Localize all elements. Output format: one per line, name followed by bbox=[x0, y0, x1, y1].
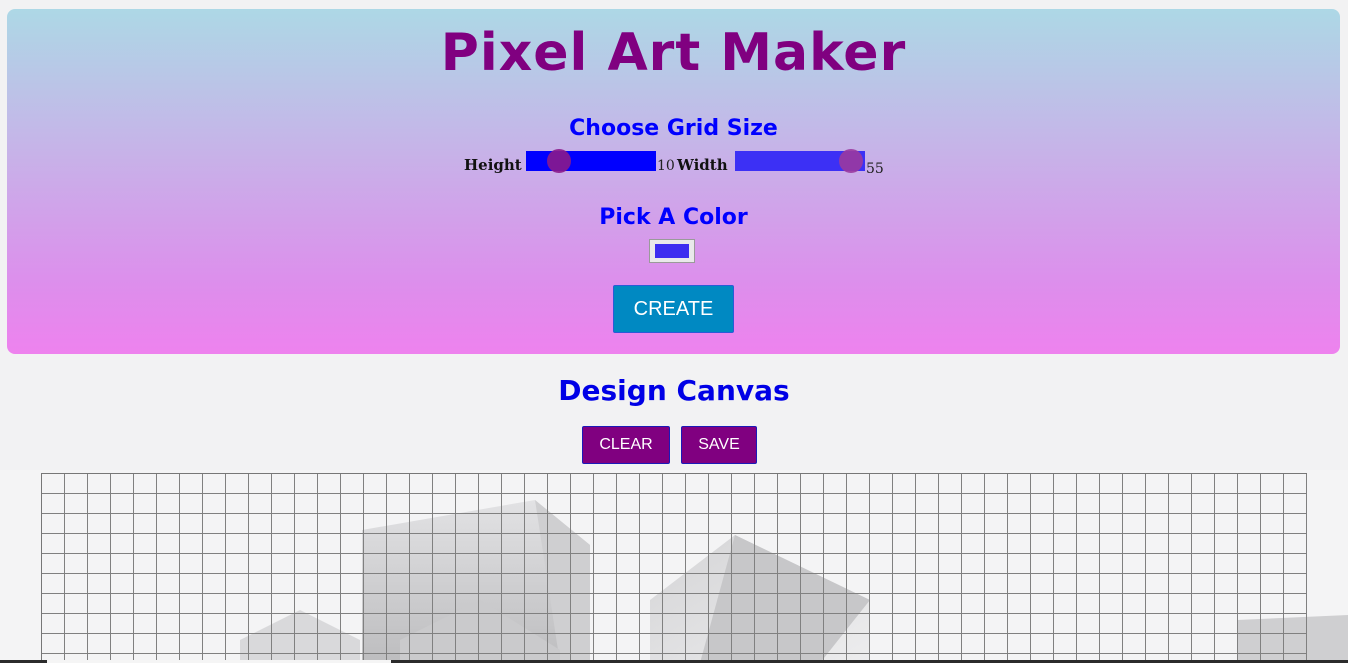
height-label: Height bbox=[464, 156, 522, 174]
pixel-cells[interactable] bbox=[42, 474, 1307, 663]
canvas-toolbar: CLEAR SAVE bbox=[0, 426, 1348, 465]
width-slider[interactable] bbox=[735, 149, 865, 173]
clear-button[interactable]: CLEAR bbox=[582, 426, 670, 464]
height-slider[interactable] bbox=[526, 149, 656, 173]
design-canvas-heading: Design Canvas bbox=[558, 374, 790, 407]
header-panel: Pixel Art Maker Choose Grid Size Height … bbox=[7, 9, 1340, 354]
grid-size-controls: Height 10 Width 55 bbox=[7, 149, 1340, 181]
create-button[interactable]: CREATE bbox=[613, 285, 734, 333]
selected-color-preview bbox=[655, 244, 689, 258]
height-value: 10 bbox=[657, 158, 675, 174]
pixel-canvas-grid[interactable] bbox=[41, 473, 1307, 663]
color-picker[interactable] bbox=[649, 239, 695, 263]
save-button[interactable]: SAVE bbox=[681, 426, 757, 464]
app-title: Pixel Art Maker bbox=[440, 23, 907, 83]
width-value: 55 bbox=[866, 161, 884, 177]
height-slider-thumb[interactable] bbox=[547, 149, 571, 173]
pick-color-heading: Pick A Color bbox=[599, 205, 748, 230]
grid-size-heading: Choose Grid Size bbox=[569, 116, 778, 141]
width-slider-thumb[interactable] bbox=[839, 149, 863, 173]
width-label: Width bbox=[677, 156, 728, 174]
